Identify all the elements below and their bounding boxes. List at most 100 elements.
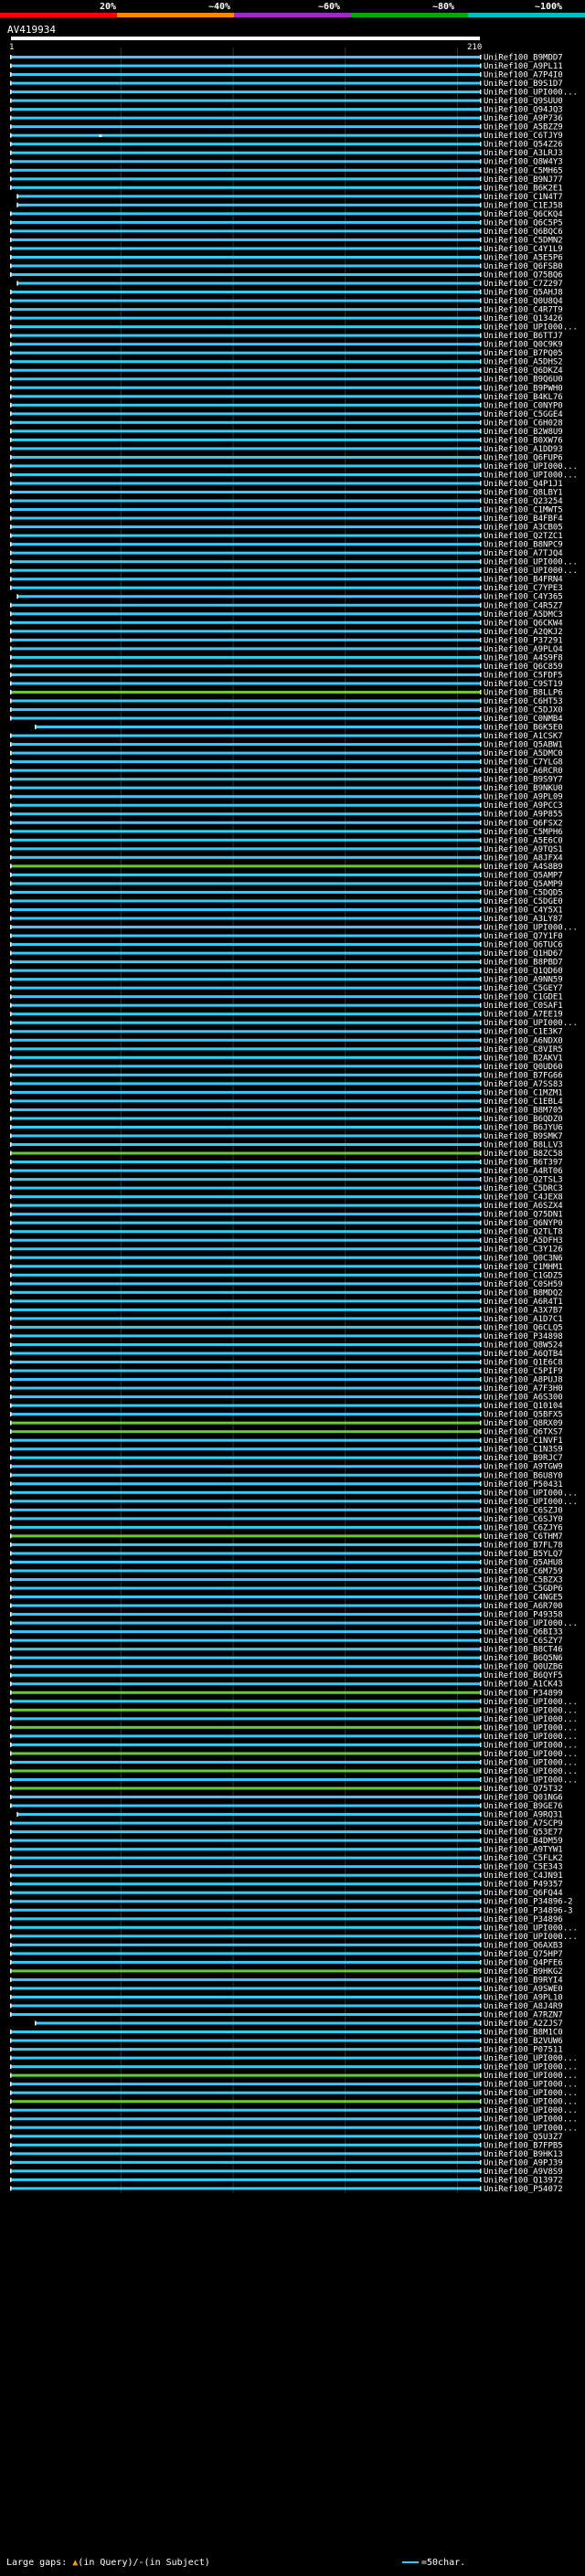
hit-start-tick <box>10 1124 12 1129</box>
hit-label: UniRef100_Q23254 <box>484 497 563 506</box>
hit-label: UniRef100_UPI000... <box>484 1698 578 1707</box>
hit-end-tick <box>480 854 482 860</box>
hit-label: UniRef100_C5DQD5 <box>484 888 563 897</box>
hit-end-tick <box>480 1081 482 1087</box>
hit-end-tick <box>480 2072 482 2078</box>
hit-label: UniRef100_C6SZJ0 <box>484 1506 563 1515</box>
hit-bar <box>11 2013 480 2016</box>
hit-end-tick <box>480 525 482 530</box>
hit-row: UniRef100_B4FBF4 <box>10 514 563 524</box>
hit-end-tick <box>480 2047 482 2052</box>
hit-start-tick <box>10 977 12 982</box>
hit-bar <box>11 907 480 911</box>
hit-row: UniRef100_A9RQ31 <box>16 1811 563 1820</box>
hit-start-tick <box>10 681 12 686</box>
hit-label: UniRef100_UPI000... <box>484 1715 578 1724</box>
hit-end-tick <box>480 802 482 808</box>
hit-bar <box>11 734 480 737</box>
hit-row: UniRef100_A1DD93 <box>10 445 563 454</box>
hit-bar <box>17 203 480 207</box>
hit-bar <box>11 1143 480 1146</box>
hit-end-tick <box>480 298 482 303</box>
hit-row: UniRef100_Q5AMP9 <box>10 880 563 889</box>
hit-row: UniRef100_C5DGE0 <box>10 897 563 906</box>
hit-start-tick <box>10 1107 12 1112</box>
hit-row: UniRef100_Q1E6C8 <box>10 1359 563 1368</box>
hit-start-tick <box>10 1986 12 1991</box>
hit-start-tick <box>10 2090 12 2095</box>
hit-label: UniRef100_Q7Y1F0 <box>484 932 563 941</box>
hit-bar <box>11 464 480 468</box>
hit-start-tick <box>10 1281 12 1287</box>
hit-row: UniRef100_B6K5E0 <box>35 724 563 733</box>
hit-row: UniRef100_B9SMK7 <box>10 1132 563 1141</box>
scale-segment <box>351 13 468 17</box>
hit-row: UniRef100_UPI000... <box>10 462 578 472</box>
hit-end-tick <box>480 159 482 164</box>
legend-scale: =50char. <box>402 2558 465 2568</box>
hit-bar <box>11 1369 480 1373</box>
hit-bar <box>11 160 480 164</box>
hit-label: UniRef100_Q6TUC6 <box>484 941 563 950</box>
hit-start-tick <box>10 768 12 773</box>
hit-start-tick <box>10 1212 12 1217</box>
hit-bar <box>11 620 480 624</box>
hit-start-tick <box>16 194 18 199</box>
hit-bar <box>11 838 480 842</box>
hit-bar <box>11 1734 480 1738</box>
hit-start-tick <box>10 525 12 530</box>
hit-row: UniRef100_C4Y365 <box>16 593 563 602</box>
hit-bar <box>11 238 480 241</box>
hit-label: UniRef100_A8PUJ8 <box>484 1376 563 1385</box>
hit-row: UniRef100_A7TJQ4 <box>10 549 563 558</box>
hit-start-tick <box>10 1142 12 1147</box>
hit-label: UniRef100_A6R4T1 <box>484 1298 563 1307</box>
hit-end-tick <box>480 1447 482 1452</box>
hit-bar <box>11 412 480 416</box>
hit-bar <box>11 560 480 564</box>
hit-end-tick <box>480 2168 482 2174</box>
hit-label: UniRef100_C0SAF1 <box>484 1002 563 1011</box>
hit-end-tick <box>480 768 482 773</box>
hit-start-tick <box>10 698 12 704</box>
hit-label: UniRef100_B6T397 <box>484 1159 563 1168</box>
hit-label: UniRef100_A9PJ39 <box>484 2158 563 2168</box>
hit-row: UniRef100_C5GDP6 <box>10 1585 563 1594</box>
hit-end-tick <box>480 1150 482 1156</box>
hit-bar <box>11 1378 480 1382</box>
hit-label: UniRef100_A9TGW9 <box>484 1463 563 1472</box>
hit-start-tick <box>10 829 12 834</box>
hit-label: UniRef100_B0XW76 <box>484 436 563 445</box>
hit-label: UniRef100_C7YLG8 <box>484 758 563 768</box>
hit-row: UniRef100_UPI000... <box>10 1706 578 1715</box>
hit-row: UniRef100_P49358 <box>10 1611 563 1620</box>
hit-bar <box>11 325 480 329</box>
hit-row: UniRef100_Q0C9K9 <box>10 341 563 350</box>
hit-end-tick <box>480 820 482 825</box>
hit-label: UniRef100_UPI000... <box>484 1767 578 1776</box>
hit-end-tick <box>480 1585 482 1591</box>
hit-bar <box>11 1169 480 1172</box>
hit-bar <box>11 1638 480 1642</box>
hit-row: UniRef100_Q75T32 <box>10 1785 563 1794</box>
hit-label: UniRef100_Q6NYP0 <box>484 1219 563 1228</box>
hit-row: UniRef100_C5DJX0 <box>10 706 563 716</box>
hit-start-tick <box>10 2186 12 2191</box>
hit-label: UniRef100_B9NJ77 <box>484 175 563 185</box>
hit-start-tick <box>10 2159 12 2165</box>
hit-start-tick <box>10 1351 12 1356</box>
hit-start-tick <box>10 498 12 504</box>
hit-row: UniRef100_A6R4T1 <box>10 1298 563 1307</box>
hit-label: UniRef100_B8PBD7 <box>484 959 563 968</box>
hit-bar <box>11 1752 480 1755</box>
hit-row: UniRef100_Q0UZB6 <box>10 1663 563 1672</box>
hit-row: UniRef100_C6SZY7 <box>10 1637 563 1646</box>
hit-bar <box>11 1247 480 1251</box>
hit-end-tick <box>480 2090 482 2095</box>
hit-bar <box>11 1430 480 1434</box>
hit-end-tick <box>480 263 482 269</box>
hit-label: UniRef100_A7EE19 <box>484 1011 563 1020</box>
hit-bar <box>11 1352 480 1355</box>
hit-start-tick <box>10 1724 12 1730</box>
hit-label: UniRef100_B8LLP6 <box>484 688 563 697</box>
